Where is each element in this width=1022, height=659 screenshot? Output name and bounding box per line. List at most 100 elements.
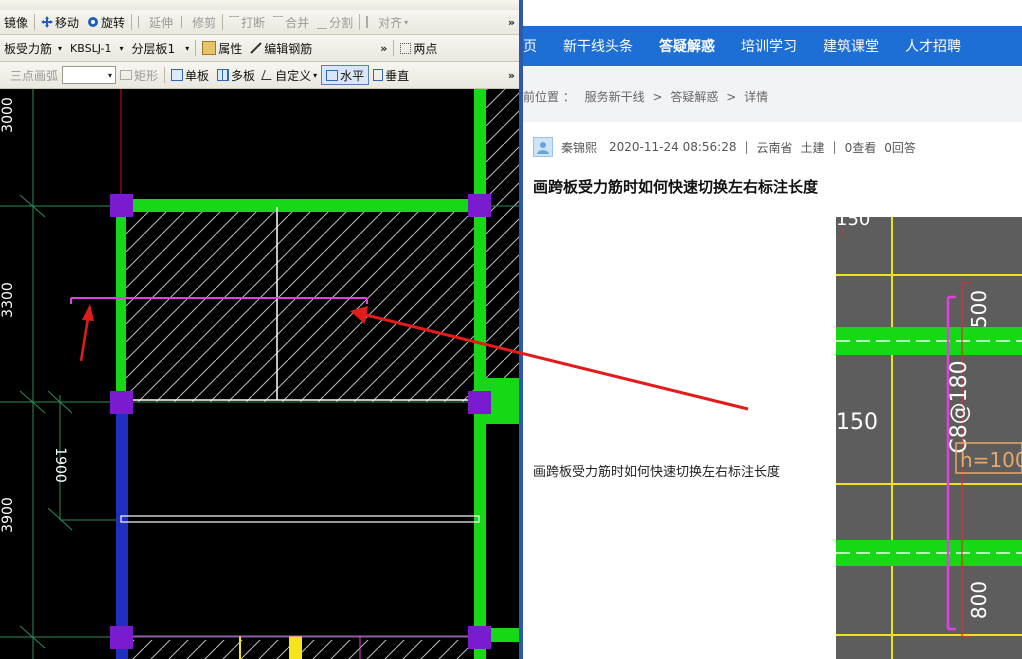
merge-label: 合并 — [285, 15, 310, 30]
rect-label: 矩形 — [134, 68, 159, 83]
beam-left — [116, 206, 126, 402]
toolbar-overflow-chevron[interactable]: » — [504, 16, 519, 29]
split-button[interactable]: 分割 — [313, 12, 357, 32]
attach-label-h: h=100 — [960, 448, 1022, 472]
slab-hatch-upper — [126, 212, 476, 402]
split-icon — [317, 16, 328, 29]
site-header-strip — [523, 0, 1022, 26]
vertical-icon — [373, 69, 384, 81]
two-points-label: 两点 — [413, 41, 438, 56]
discipline: 土建 — [800, 140, 825, 155]
custom-label: 自定义 — [275, 68, 312, 83]
mirror-button[interactable]: 镜像 — [0, 12, 32, 32]
rotate-label: 旋转 — [101, 15, 126, 30]
vertical-button[interactable]: 垂直 — [369, 65, 413, 85]
custom-button[interactable]: 自定义 ▾ — [259, 65, 321, 85]
breadcrumb-sep: > — [652, 90, 663, 104]
single-slab-button[interactable]: 单板 — [167, 65, 213, 85]
attach-label-rebar: C8@180 — [947, 360, 972, 453]
breadcrumb: 前位置 ： 服务新干线 > 答疑解惑 > 详情 — [523, 66, 1022, 122]
attach-label-500: 500 — [967, 290, 991, 328]
arc-option-select[interactable]: ▾ — [62, 66, 117, 84]
properties-icon — [202, 41, 217, 55]
question-title: 画跨板受力筋时如何快速切换左右标注长度 — [533, 178, 819, 196]
nav-item-home[interactable]: 页 — [523, 36, 537, 56]
break-button[interactable]: 打断 — [225, 12, 269, 32]
extend-label: 延伸 — [149, 15, 174, 30]
move-icon — [41, 16, 54, 28]
multi-slab-label: 多板 — [231, 68, 256, 83]
beam-right — [474, 88, 486, 659]
rect-button[interactable]: 矩形 — [116, 65, 162, 85]
split-label: 分割 — [329, 15, 354, 30]
toolbar2-overflow-chevron[interactable]: » — [376, 42, 391, 55]
column-mr — [468, 391, 491, 414]
properties-label: 属性 — [218, 41, 243, 56]
component-name-select[interactable]: KBSLJ-1 ▾ — [66, 38, 128, 58]
horizontal-label: 水平 — [340, 68, 365, 83]
two-points-icon — [400, 42, 412, 54]
edit-rebar-button[interactable]: 编辑钢筋 — [246, 38, 316, 58]
beam-top — [114, 199, 486, 212]
properties-button[interactable]: 属性 — [198, 38, 246, 58]
component-name-value: KBSLJ-1 — [70, 41, 112, 55]
post-time: 2020-11-24 08:56:28 — [609, 140, 737, 154]
nav-item-jobs[interactable]: 人才招聘 — [905, 36, 961, 56]
question-attachment-image[interactable]: 150 150 500 C8@180 h=100 800 — [836, 217, 1022, 659]
column-bl — [110, 626, 133, 649]
rect-icon — [120, 70, 133, 80]
column-ml — [110, 391, 133, 414]
avatar[interactable] — [533, 137, 553, 157]
edit-rebar-label: 编辑钢筋 — [264, 41, 313, 56]
nav-item-training[interactable]: 培训学习 — [741, 36, 797, 56]
break-label: 打断 — [241, 15, 266, 30]
nav-item-classroom[interactable]: 建筑课堂 — [823, 36, 879, 56]
merge-button[interactable]: 合并 — [269, 12, 313, 32]
attach-label-top: 150 — [836, 217, 870, 230]
merge-icon — [273, 15, 284, 29]
move-label: 移动 — [55, 15, 80, 30]
column-tr — [468, 194, 491, 217]
layer-value: 分层板1 — [131, 41, 176, 56]
drawing-canvas[interactable]: 3000 3300 1900 3900 — [0, 0, 519, 659]
component-type-select[interactable]: 板受力筋 ▾ — [0, 38, 66, 58]
nav-item-qa[interactable]: 答疑解惑 — [659, 36, 715, 56]
beam-left-lower — [116, 410, 128, 659]
toolbar3-overflow-chevron[interactable]: » — [504, 69, 519, 82]
cad-application: 3000 3300 1900 3900 镜像 移动 旋转 延伸 修剪 打断 合并… — [0, 0, 519, 659]
slab-hatch-bottom — [126, 640, 486, 659]
extend-button[interactable]: 延伸 — [134, 12, 177, 32]
answer-count: 0回答 — [884, 140, 916, 155]
three-point-arc-label: 三点画弧 — [10, 68, 59, 83]
breadcrumb-item-service[interactable]: 服务新干线 — [585, 90, 645, 104]
column-br — [468, 626, 491, 649]
align-button[interactable]: 对齐 ▾ — [362, 12, 412, 32]
dim-label-4: 3900 — [0, 497, 16, 533]
breadcrumb-item-qa[interactable]: 答疑解惑 — [670, 90, 718, 104]
multi-slab-icon — [217, 69, 230, 81]
vertical-label: 垂直 — [385, 68, 410, 83]
dim-label-3: 1900 — [52, 447, 68, 483]
custom-icon — [261, 70, 275, 80]
author-name[interactable]: 秦锦熙 — [561, 139, 597, 156]
multi-slab-button[interactable]: 多板 — [213, 65, 259, 85]
breadcrumb-sep: > — [726, 90, 737, 104]
trim-button[interactable]: 修剪 — [177, 12, 220, 32]
arc-icon — [4, 69, 8, 81]
break-icon — [229, 15, 240, 29]
layer-select[interactable]: 分层板1 ▾ — [128, 38, 194, 58]
breadcrumb-item-detail: 详情 — [744, 90, 769, 104]
nav-item-headlines[interactable]: 新干线头条 — [563, 36, 633, 56]
attach-label-150: 150 — [836, 410, 878, 435]
horizontal-button[interactable]: 水平 — [321, 65, 370, 85]
toolbar-draw: 三点画弧 ▾ 矩形 单板 多板 自定义 ▾ 水平 垂直 » — [0, 62, 519, 89]
rotate-button[interactable]: 旋转 — [83, 12, 129, 32]
two-points-button[interactable]: 两点 — [396, 38, 441, 58]
trim-label: 修剪 — [192, 15, 217, 30]
main-nav: 页 新干线头条 答疑解惑 培训学习 建筑课堂 人才招聘 — [523, 26, 1022, 66]
user-icon — [537, 142, 549, 154]
move-button[interactable]: 移动 — [37, 12, 83, 32]
slab-hatch-right — [486, 88, 519, 378]
align-label: 对齐 — [378, 15, 403, 30]
three-point-arc-button[interactable]: 三点画弧 — [0, 65, 62, 85]
